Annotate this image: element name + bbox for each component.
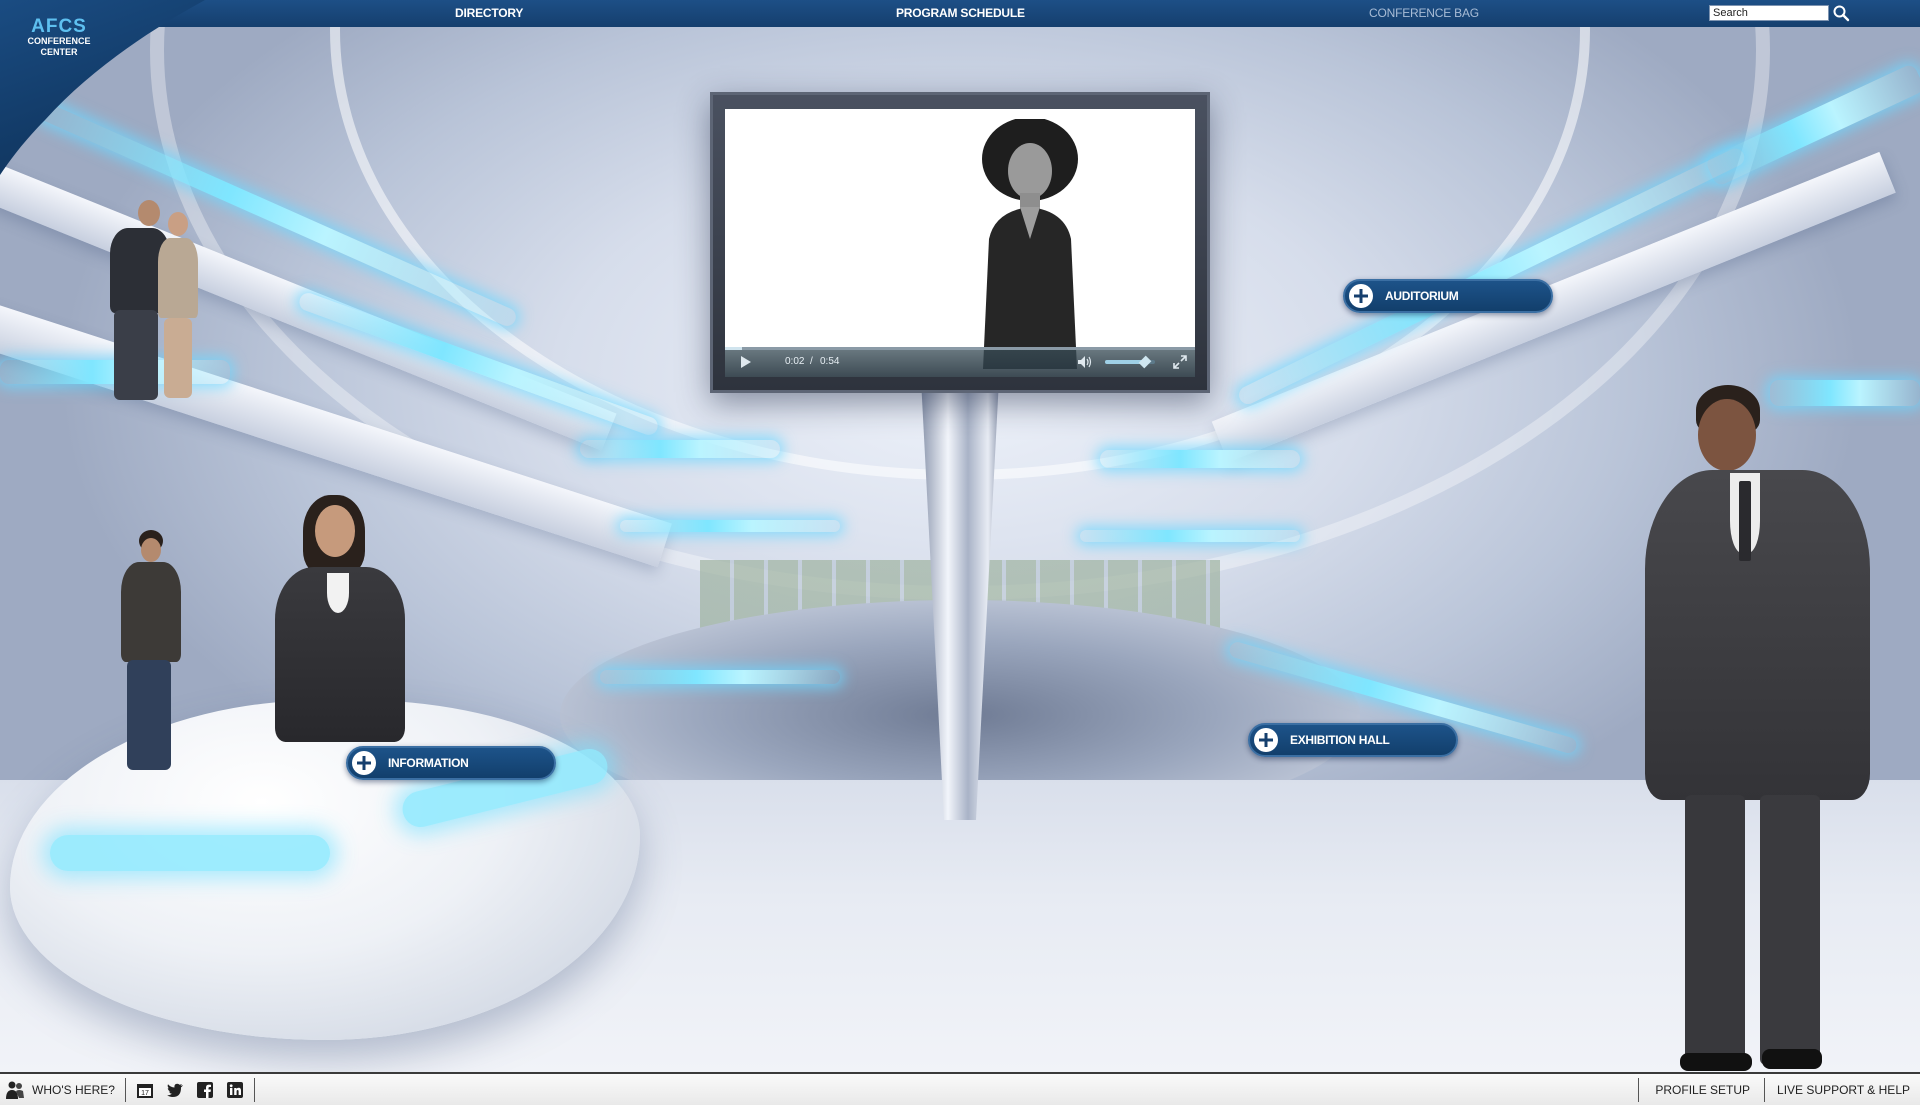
logo-line2: CENTER [40,47,78,57]
desk-light [50,835,330,871]
linkedin-icon[interactable] [226,1081,244,1099]
calendar-day: 17 [141,1090,149,1097]
facebook-icon[interactable] [196,1081,214,1099]
nav-program-schedule[interactable]: PROGRAM SCHEDULE [896,6,1025,20]
light-band [1100,450,1300,468]
video-presenter [982,119,1078,369]
auditorium-label: AUDITORIUM [1385,289,1459,303]
logo-name: AFCS [31,16,87,37]
bottom-toolbar: WHO'S HERE? 17 PROFILE SETUP LIVE SUPPOR… [0,1072,1920,1105]
balcony-couple [90,200,200,400]
plus-icon [1349,284,1373,308]
play-icon[interactable] [741,356,751,368]
receptionist [265,495,420,745]
profile-setup-link[interactable]: PROFILE SETUP [1639,1073,1764,1105]
volume-icon[interactable] [1077,355,1093,369]
profile-setup-label: PROFILE SETUP [1655,1082,1751,1097]
video-controls: 0:02 / 0:54 [725,347,1195,377]
video-screen-frame: 0:02 / 0:54 [710,92,1210,393]
top-navigation: DIRECTORY PROGRAM SCHEDULE CONFERENCE BA… [0,0,1920,27]
fullscreen-icon[interactable] [1172,354,1188,370]
video-progress-fill [725,347,743,350]
exhibition-hall-label: EXHIBITION HALL [1290,733,1390,747]
whos-here-button[interactable]: WHO'S HERE? [0,1073,125,1105]
social-links: 17 [126,1081,254,1099]
light-band [580,440,780,458]
video-progress-track[interactable] [725,347,1195,350]
afcs-logo[interactable]: AFCS CONFERENCE CENTER [14,16,104,58]
information-hotspot[interactable]: INFORMATION [346,746,556,780]
live-support-link[interactable]: LIVE SUPPORT & HELP [1765,1073,1920,1105]
information-label: INFORMATION [388,756,469,770]
video-player[interactable]: 0:02 / 0:54 [725,109,1195,377]
host-man [1640,385,1875,1072]
whos-here-label: WHO'S HERE? [32,1082,115,1097]
logo-line1: CONFERENCE [27,36,91,46]
divider [253,1077,255,1102]
auditorium-hotspot[interactable]: AUDITORIUM [1343,279,1553,313]
video-duration: 0:54 [820,356,840,367]
exhibition-hall-hotspot[interactable]: EXHIBITION HALL [1248,723,1458,757]
volume-handle[interactable] [1138,355,1152,369]
visitor-man [115,530,185,770]
light-band [1080,530,1300,542]
video-current-time: 0:02 [785,356,805,367]
plus-icon [1254,728,1278,752]
calendar-icon[interactable]: 17 [136,1081,154,1099]
people-icon [6,1081,24,1099]
light-band [600,670,840,684]
search-input[interactable] [1709,5,1829,21]
volume-slider[interactable] [1105,355,1155,369]
plus-icon [352,751,376,775]
light-band [620,520,840,532]
video-time-separator: / [810,356,813,367]
search-icon[interactable] [1832,4,1850,22]
twitter-icon[interactable] [166,1081,184,1099]
nav-conference-bag[interactable]: CONFERENCE BAG [1369,6,1479,20]
live-support-label: LIVE SUPPORT & HELP [1777,1082,1910,1097]
nav-directory[interactable]: DIRECTORY [455,6,523,20]
